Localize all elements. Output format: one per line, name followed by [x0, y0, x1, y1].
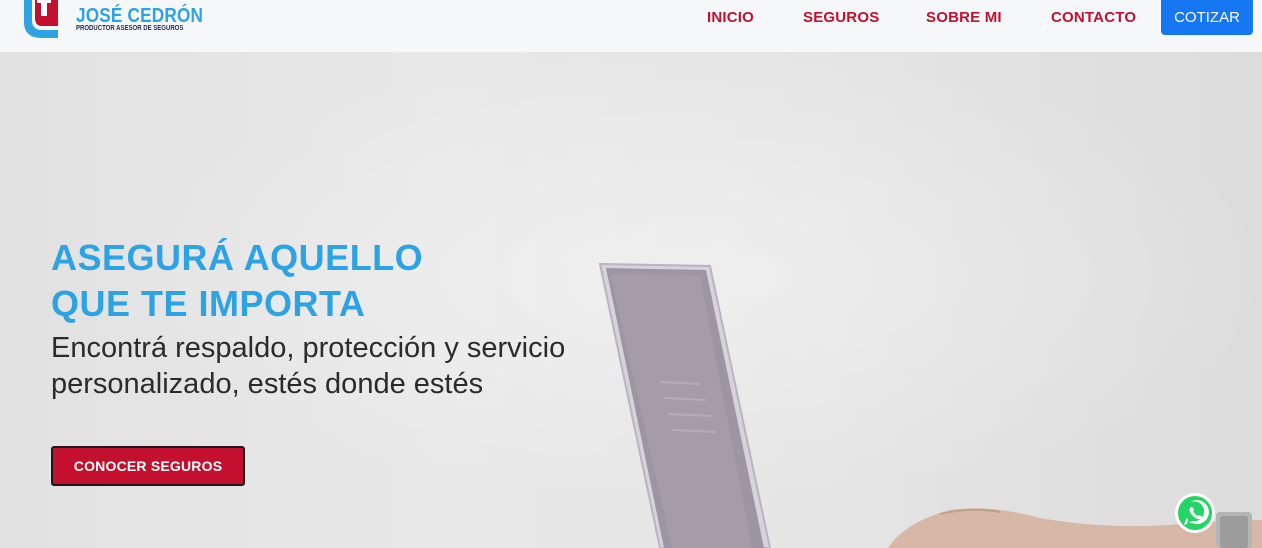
nav-link-contacto[interactable]: CONTACTO: [1051, 9, 1136, 26]
hero-title: ASEGURÁ AQUELLO QUE TE IMPORTA: [51, 235, 423, 327]
hero-title-line-2: QUE TE IMPORTA: [51, 283, 366, 324]
hero-section: ASEGURÁ AQUELLO QUE TE IMPORTA Encontrá …: [0, 52, 1262, 548]
nav-link-sobre-mi[interactable]: SOBRE MI: [926, 9, 1002, 26]
nav-link-seguros[interactable]: SEGUROS: [803, 9, 879, 26]
site-header: JOSÉ CEDRÓN PRODUCTOR ASESOR DE SEGUROS …: [0, 0, 1262, 52]
cotizar-button[interactable]: COTIZAR: [1161, 0, 1253, 35]
nav-link-inicio[interactable]: INICIO: [707, 9, 754, 26]
hero-title-line-1: ASEGURÁ AQUELLO: [51, 237, 424, 278]
whatsapp-icon[interactable]: [1174, 492, 1216, 534]
main-nav: INICIO SEGUROS SOBRE MI CONTACTO COTIZAR: [0, 0, 1262, 36]
page: JOSÉ CEDRÓN PRODUCTOR ASESOR DE SEGUROS …: [0, 0, 1262, 548]
conocer-seguros-button[interactable]: CONOCER SEGUROS: [51, 446, 245, 486]
hero-subtitle: Encontrá respaldo, protección y servicio…: [51, 332, 566, 400]
